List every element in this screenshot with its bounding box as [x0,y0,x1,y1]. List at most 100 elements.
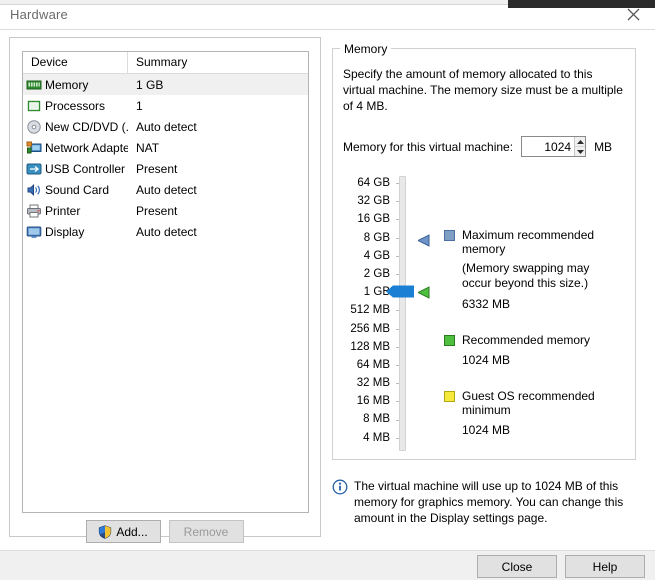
graphics-memory-note: The virtual machine will use up to 1024 … [332,470,634,532]
scale-label-row: 2 GB [340,265,401,283]
scale-label-row: 64 GB [340,174,401,192]
dialog-footer: Close Help [0,550,655,580]
device-name: Processors [45,98,106,113]
hardware-panel: Device Summary Memory 1 GB Processors 1 … [9,37,321,543]
device-actions: Add... Remove [22,520,307,543]
device-row-printer[interactable]: Printer Present [23,200,308,221]
legend-recommended: Recommended memory 1024 MB [444,333,634,367]
page-title: Hardware [10,7,68,22]
left-arrow-marker-icon [416,234,430,247]
processor-chip-icon [27,100,41,111]
scale-label-row: 128 MB [340,338,401,356]
max-recommended-marker [416,234,432,247]
add-device-button[interactable]: Add... [85,520,161,543]
scale-label-row: 16 MB [340,392,401,410]
scale-label: 16 MB [356,395,390,408]
device-name: Network Adapter [45,140,128,155]
remove-device-button[interactable]: Remove [168,520,244,543]
device-summary: 1 [136,98,143,113]
scale-label-row: 32 MB [340,374,401,392]
dialog-body: Device Summary Memory 1 GB Processors 1 … [0,29,655,551]
scale-label: 512 MB [350,304,390,317]
scale-label-row: 16 GB [340,210,401,228]
device-summary: NAT [136,140,160,155]
close-dialog-button[interactable]: Close [477,555,557,578]
device-summary: 1 GB [136,77,164,92]
legend-value: 1024 MB [462,423,511,437]
legend-title: Recommended memory [462,333,591,347]
memory-input[interactable] [522,137,575,156]
legend-swatch-blue [444,230,455,241]
left-arrow-marker-icon [416,286,430,299]
chevron-down-icon [576,149,584,154]
device-list[interactable]: Device Summary Memory 1 GB Processors 1 … [22,51,309,513]
sound-card-icon [27,183,40,196]
recommended-memory-marker [416,286,432,299]
memory-spin-arrows[interactable] [574,137,586,156]
memory-description: Specify the amount of memory allocated t… [343,67,623,113]
memory-scale-labels: 64 GB 32 GB 16 GB 8 GB 4 GB 2 GB 1 GB 51… [340,174,401,447]
legend-title: Maximum recommended memory [462,228,595,256]
device-summary: Present [136,203,178,218]
scale-label: 4 GB [363,249,390,262]
scale-label-row: 64 MB [340,356,401,374]
column-header-device: Device [23,52,128,73]
legend-value: 1024 MB [462,353,511,367]
chevron-up-icon [576,139,584,144]
spin-up-button[interactable] [575,137,586,147]
scale-label-row: 4 MB [340,429,401,447]
device-row-sound-card[interactable]: Sound Card Auto detect [23,179,308,200]
scale-label: 32 MB [356,377,390,390]
legend-swatch-yellow [444,391,455,402]
scale-label-row: 512 MB [340,301,401,319]
device-row-network-adapter[interactable]: Network Adapter NAT [23,137,308,158]
network-adapter-icon [26,141,42,153]
device-summary: Auto detect [136,119,197,134]
legend-guest-os-minimum: Guest OS recommended minimum 1024 MB [444,389,634,437]
device-row-memory[interactable]: Memory 1 GB [23,74,308,95]
device-name: New CD/DVD (... [45,119,128,134]
legend-value: 6332 MB [462,297,511,311]
memory-slider-thumb[interactable] [386,285,414,298]
memory-slider-track[interactable] [399,176,406,451]
device-row-usb-controller[interactable]: USB Controller Present [23,158,308,179]
device-row-processors[interactable]: Processors 1 [23,95,308,116]
memory-legend: Maximum recommended memory (Memory swapp… [444,228,634,437]
scale-label: 64 MB [356,358,390,371]
footer-buttons: Close Help [477,555,645,578]
device-row-display[interactable]: Display Auto detect [23,221,308,242]
memory-spinbox[interactable] [521,136,587,157]
device-name: Display [45,224,85,239]
graphics-memory-note-text: The virtual machine will use up to 1024 … [354,479,624,525]
help-button[interactable]: Help [565,555,645,578]
legend-swatch-green [444,335,455,346]
cd-dvd-disc-icon [27,119,41,134]
device-summary: Auto detect [136,224,197,239]
display-monitor-icon [26,226,42,238]
scale-label: 32 GB [357,195,390,208]
device-name: Memory [45,77,89,92]
spin-down-button[interactable] [575,147,586,156]
titlebar-top-edge [0,0,508,5]
help-label: Help [592,559,618,574]
scale-label: 4 MB [363,431,390,444]
scale-label: 8 MB [363,413,390,426]
scale-label: 256 MB [350,322,390,335]
column-header-summary: Summary [136,55,188,69]
device-name: Printer [45,203,81,218]
scale-label-row: 1 GB [340,283,401,301]
memory-module-icon [26,80,42,89]
close-icon [627,8,640,20]
close-button[interactable] [612,0,655,28]
usb-controller-icon [26,163,42,174]
scale-label: 64 GB [357,177,390,189]
scale-label-row: 256 MB [340,320,401,338]
memory-groupbox-title: Memory [340,42,392,56]
legend-max-recommended: Maximum recommended memory (Memory swapp… [444,228,634,311]
device-summary: Auto detect [136,182,197,197]
memory-input-label: Memory for this virtual machine: [343,139,514,154]
device-row-cd-dvd[interactable]: New CD/DVD (... Auto detect [23,116,308,137]
shield-icon [99,524,112,539]
scale-label: 2 GB [363,267,390,280]
printer-icon [27,204,41,217]
